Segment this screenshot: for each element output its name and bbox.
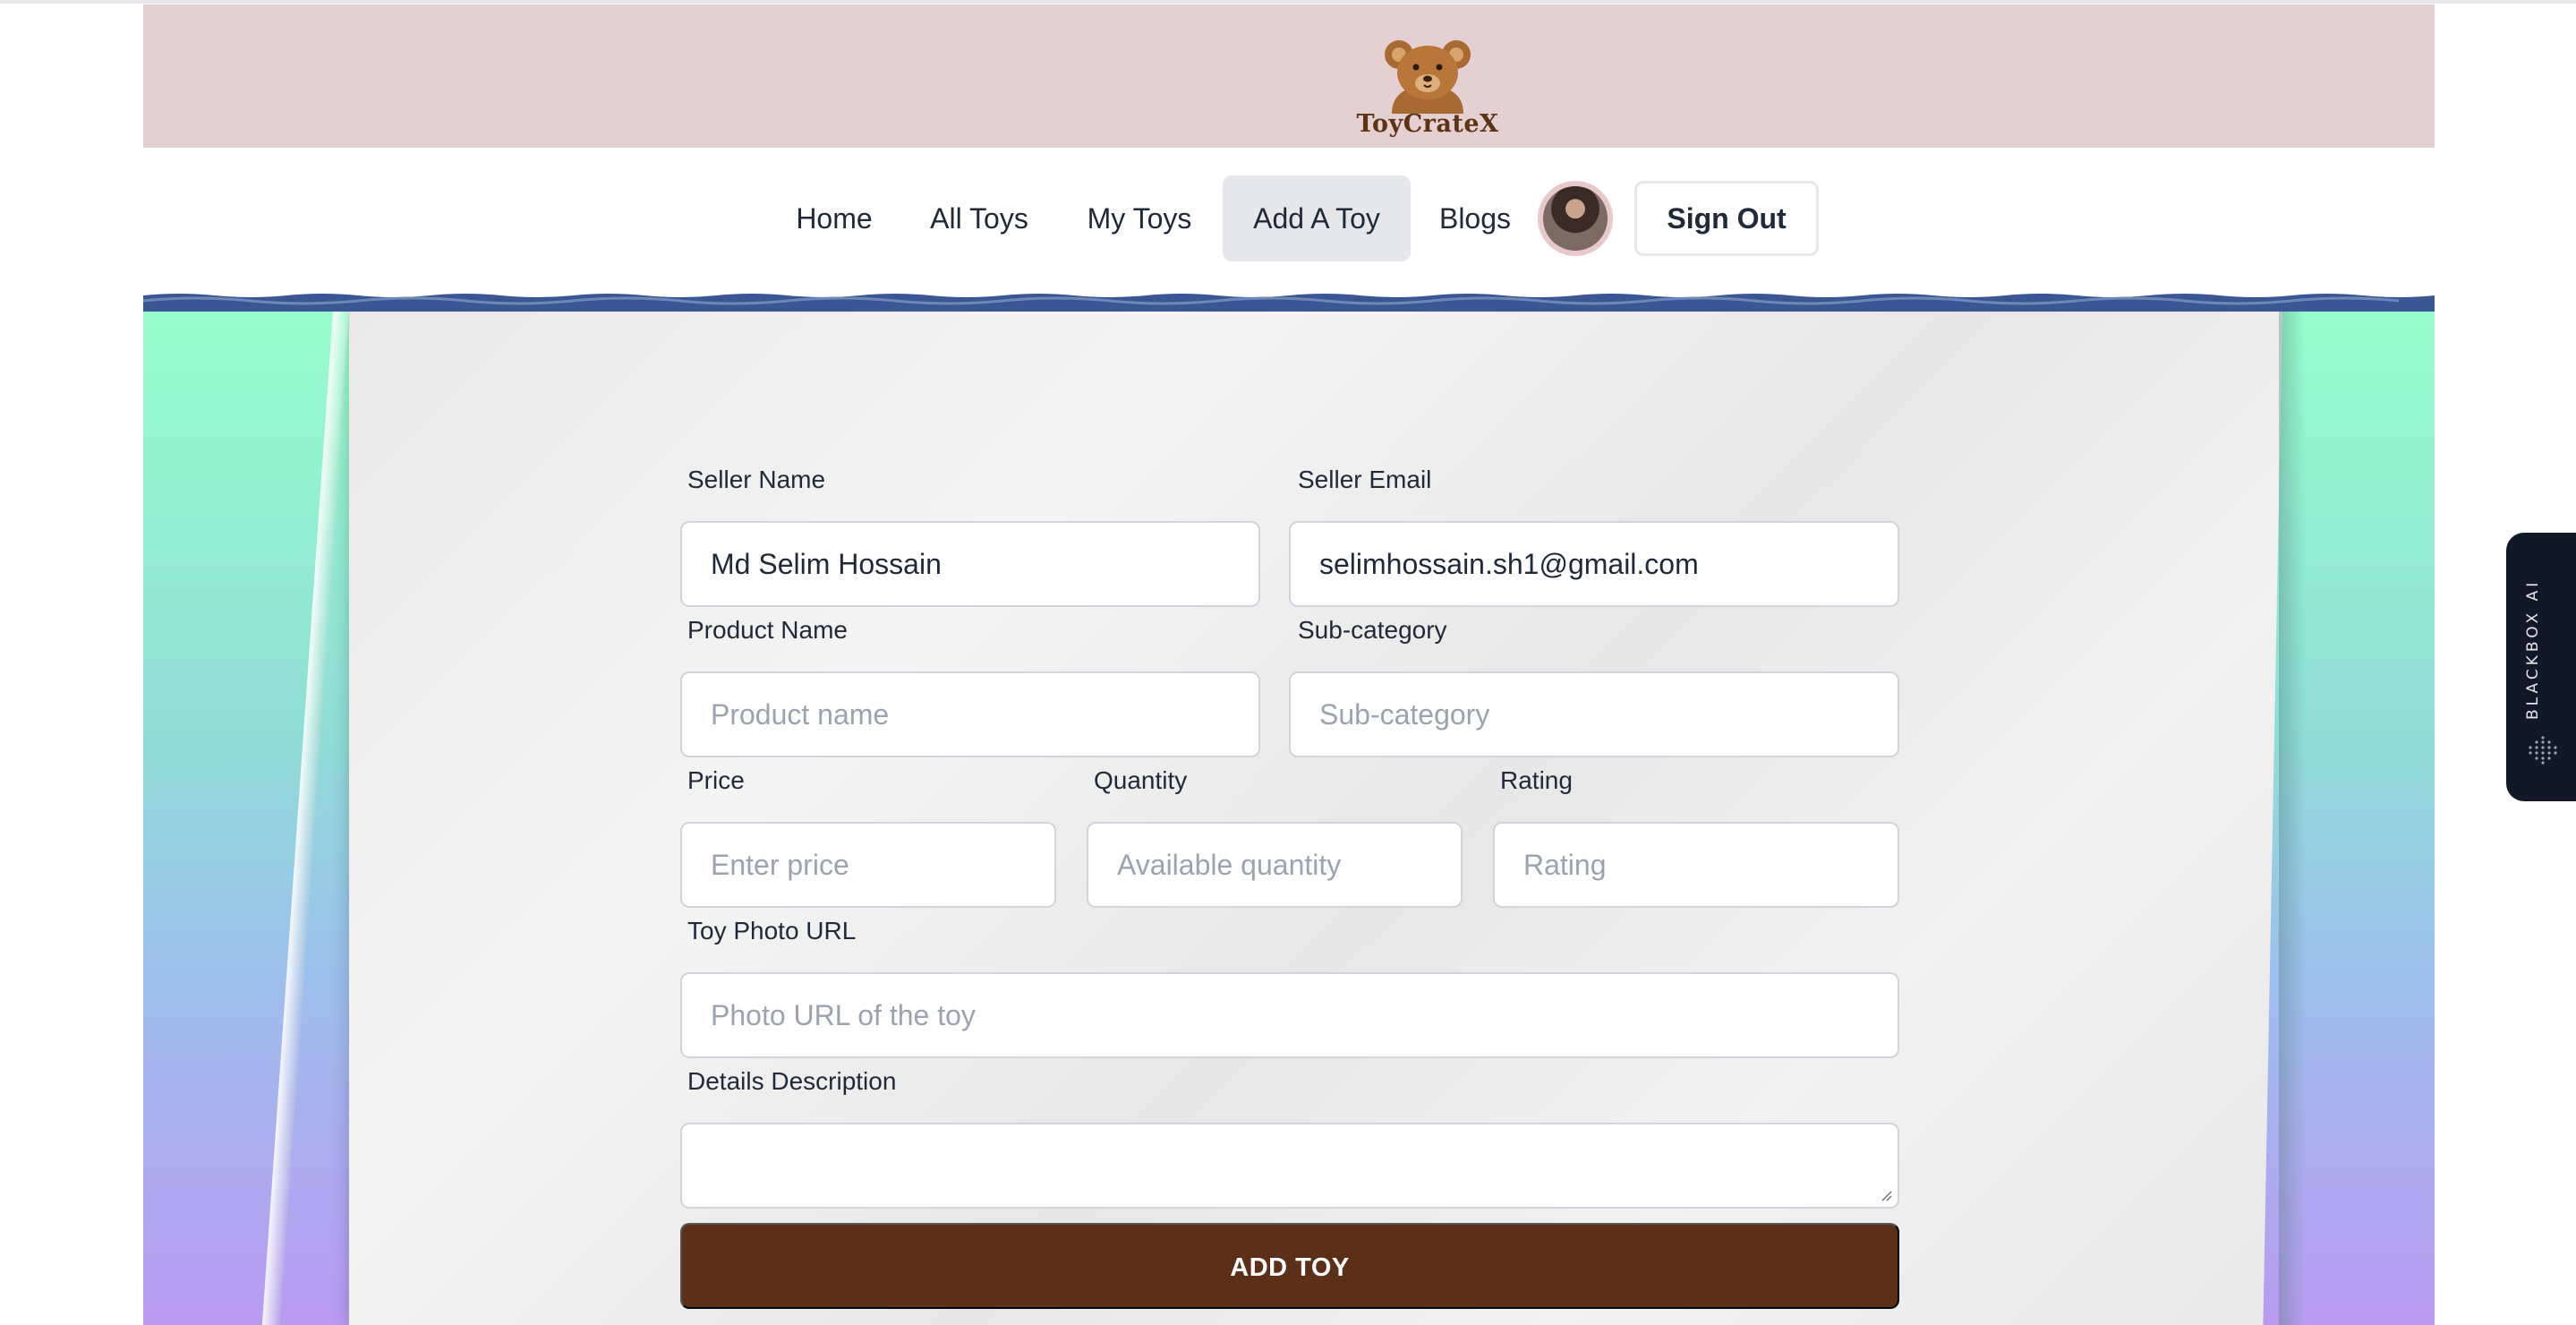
price-label: Price	[687, 766, 745, 794]
seller-name-input[interactable]: Md Selim Hossain	[680, 521, 1260, 607]
resize-handle-icon[interactable]	[1878, 1187, 1892, 1201]
main-nav: Home All Toys My Toys Add A Toy Blogs Si…	[0, 175, 2576, 265]
product-name-label: Product Name	[687, 616, 848, 644]
price-input[interactable]: Enter price	[680, 822, 1056, 908]
nav-home[interactable]: Home	[780, 175, 888, 261]
description-label: Details Description	[687, 1067, 897, 1095]
rating-label: Rating	[1500, 766, 1573, 794]
avatar-photo	[1543, 186, 1608, 251]
blackbox-dots-icon	[2529, 736, 2557, 765]
photo-url-label: Toy Photo URL	[687, 917, 857, 945]
description-textarea[interactable]	[680, 1123, 1899, 1209]
nav-my-toys[interactable]: My Toys	[1070, 175, 1208, 261]
teddy-bear-icon	[1385, 40, 1471, 114]
rating-input[interactable]: Rating	[1493, 822, 1899, 908]
top-border	[0, 0, 2576, 4]
seller-email-input[interactable]: selimhossain.sh1@gmail.com	[1289, 521, 1899, 607]
brand-name: ToyCrateX	[1356, 110, 1499, 138]
user-avatar[interactable]	[1538, 181, 1613, 256]
blackbox-ai-tab[interactable]: BLACKBOX AI	[2506, 533, 2576, 801]
sub-category-label: Sub-category	[1298, 616, 1447, 644]
paper-edge-right	[2279, 312, 2306, 1325]
nav-blogs[interactable]: Blogs	[1425, 175, 1525, 261]
quantity-label: Quantity	[1094, 766, 1188, 794]
paper-edge-left	[261, 312, 351, 1325]
product-name-input[interactable]: Product name	[680, 671, 1260, 757]
nav-all-toys[interactable]: All Toys	[918, 175, 1040, 261]
seller-name-label: Seller Name	[687, 466, 826, 493]
add-toy-button[interactable]: ADD TOY	[680, 1223, 1899, 1309]
blackbox-label: BLACKBOX AI	[2524, 578, 2542, 720]
nav-add-a-toy[interactable]: Add A Toy	[1223, 175, 1411, 261]
sign-out-button[interactable]: Sign Out	[1634, 181, 1819, 256]
brand-logo[interactable]: ToyCrateX	[1356, 31, 1499, 148]
site-banner: ToyCrateX	[143, 4, 2435, 148]
sub-category-input[interactable]: Sub-category	[1289, 671, 1899, 757]
seller-email-label: Seller Email	[1298, 466, 1432, 493]
quantity-input[interactable]: Available quantity	[1087, 822, 1463, 908]
wave-divider	[143, 292, 2435, 312]
photo-url-input[interactable]: Photo URL of the toy	[680, 972, 1899, 1058]
